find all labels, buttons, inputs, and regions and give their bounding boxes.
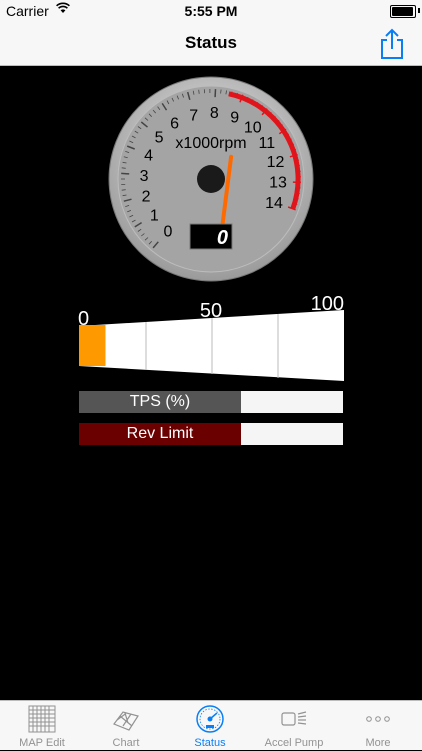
gauge-tick [221,90,222,94]
tab-chart[interactable]: Chart [84,701,168,751]
throttle-position-bar: 0 50 100 [76,288,348,388]
gauge-tick [122,190,126,191]
clock: 5:55 PM [0,3,422,19]
gauge-tick-label: 13 [269,175,287,192]
tab-label: More [336,737,420,749]
gauge-tick-label: 6 [170,116,179,133]
navigation-bar: Status [0,22,422,66]
tab-bar: MAP Edit Chart Status Accel Pump [0,700,422,750]
gauge-tick [122,168,126,169]
rev-limit-value-area [241,423,343,445]
tps-bar: TPS (%) [79,391,343,413]
tachometer-gauge: 01234567891011121314 x1000rpm 0 [108,76,314,282]
battery-icon [390,5,416,18]
gauge-tick-label: 1 [150,208,159,225]
gauge-tick-label: 11 [258,135,275,152]
tab-map-edit[interactable]: MAP Edit [0,701,84,751]
gauge-tick-label: 14 [265,195,283,212]
gauge-tick-label: 9 [230,109,239,126]
gauge-tick [199,90,200,94]
gauge-tick-label: 2 [142,189,151,206]
page-title: Status [0,33,422,53]
tab-label: MAP Edit [0,737,84,749]
tab-accel-pump[interactable]: Accel Pump [252,701,336,751]
battery-tip [418,8,420,13]
gauge-tick [121,173,129,174]
surface-chart-icon [111,704,141,734]
rpm-readout: 0 [217,227,228,249]
speedometer-icon [195,704,225,734]
gauge-tick-label: 7 [189,107,198,124]
gauge-hub [197,165,225,193]
tab-status[interactable]: Status [168,701,252,751]
tab-more[interactable]: More [336,701,420,751]
rev-limit-label: Rev Limit [79,423,241,445]
gauge-tick-label: 0 [163,223,172,240]
tab-label: Status [168,737,252,749]
gauge-unit-label: x1000rpm [175,135,246,152]
gauge-tick-label: 12 [267,154,285,171]
grid-icon [27,704,57,734]
gauge-tick-label: 8 [210,105,219,122]
tps-label: TPS (%) [79,391,241,413]
share-icon[interactable] [378,28,406,60]
headlight-icon [279,704,309,734]
rev-limit-bar: Rev Limit [79,423,343,445]
gauge-tick-label: 3 [140,168,149,185]
tab-label: Chart [84,737,168,749]
more-dots-icon [363,704,393,734]
tab-label: Accel Pump [252,737,336,749]
tps-value-area [241,391,343,413]
gauge-tick-label: 4 [144,148,153,165]
throttle-fill [79,325,106,366]
status-bar: Carrier 5:55 PM [0,0,422,22]
gauge-tick-label: 5 [155,130,164,147]
